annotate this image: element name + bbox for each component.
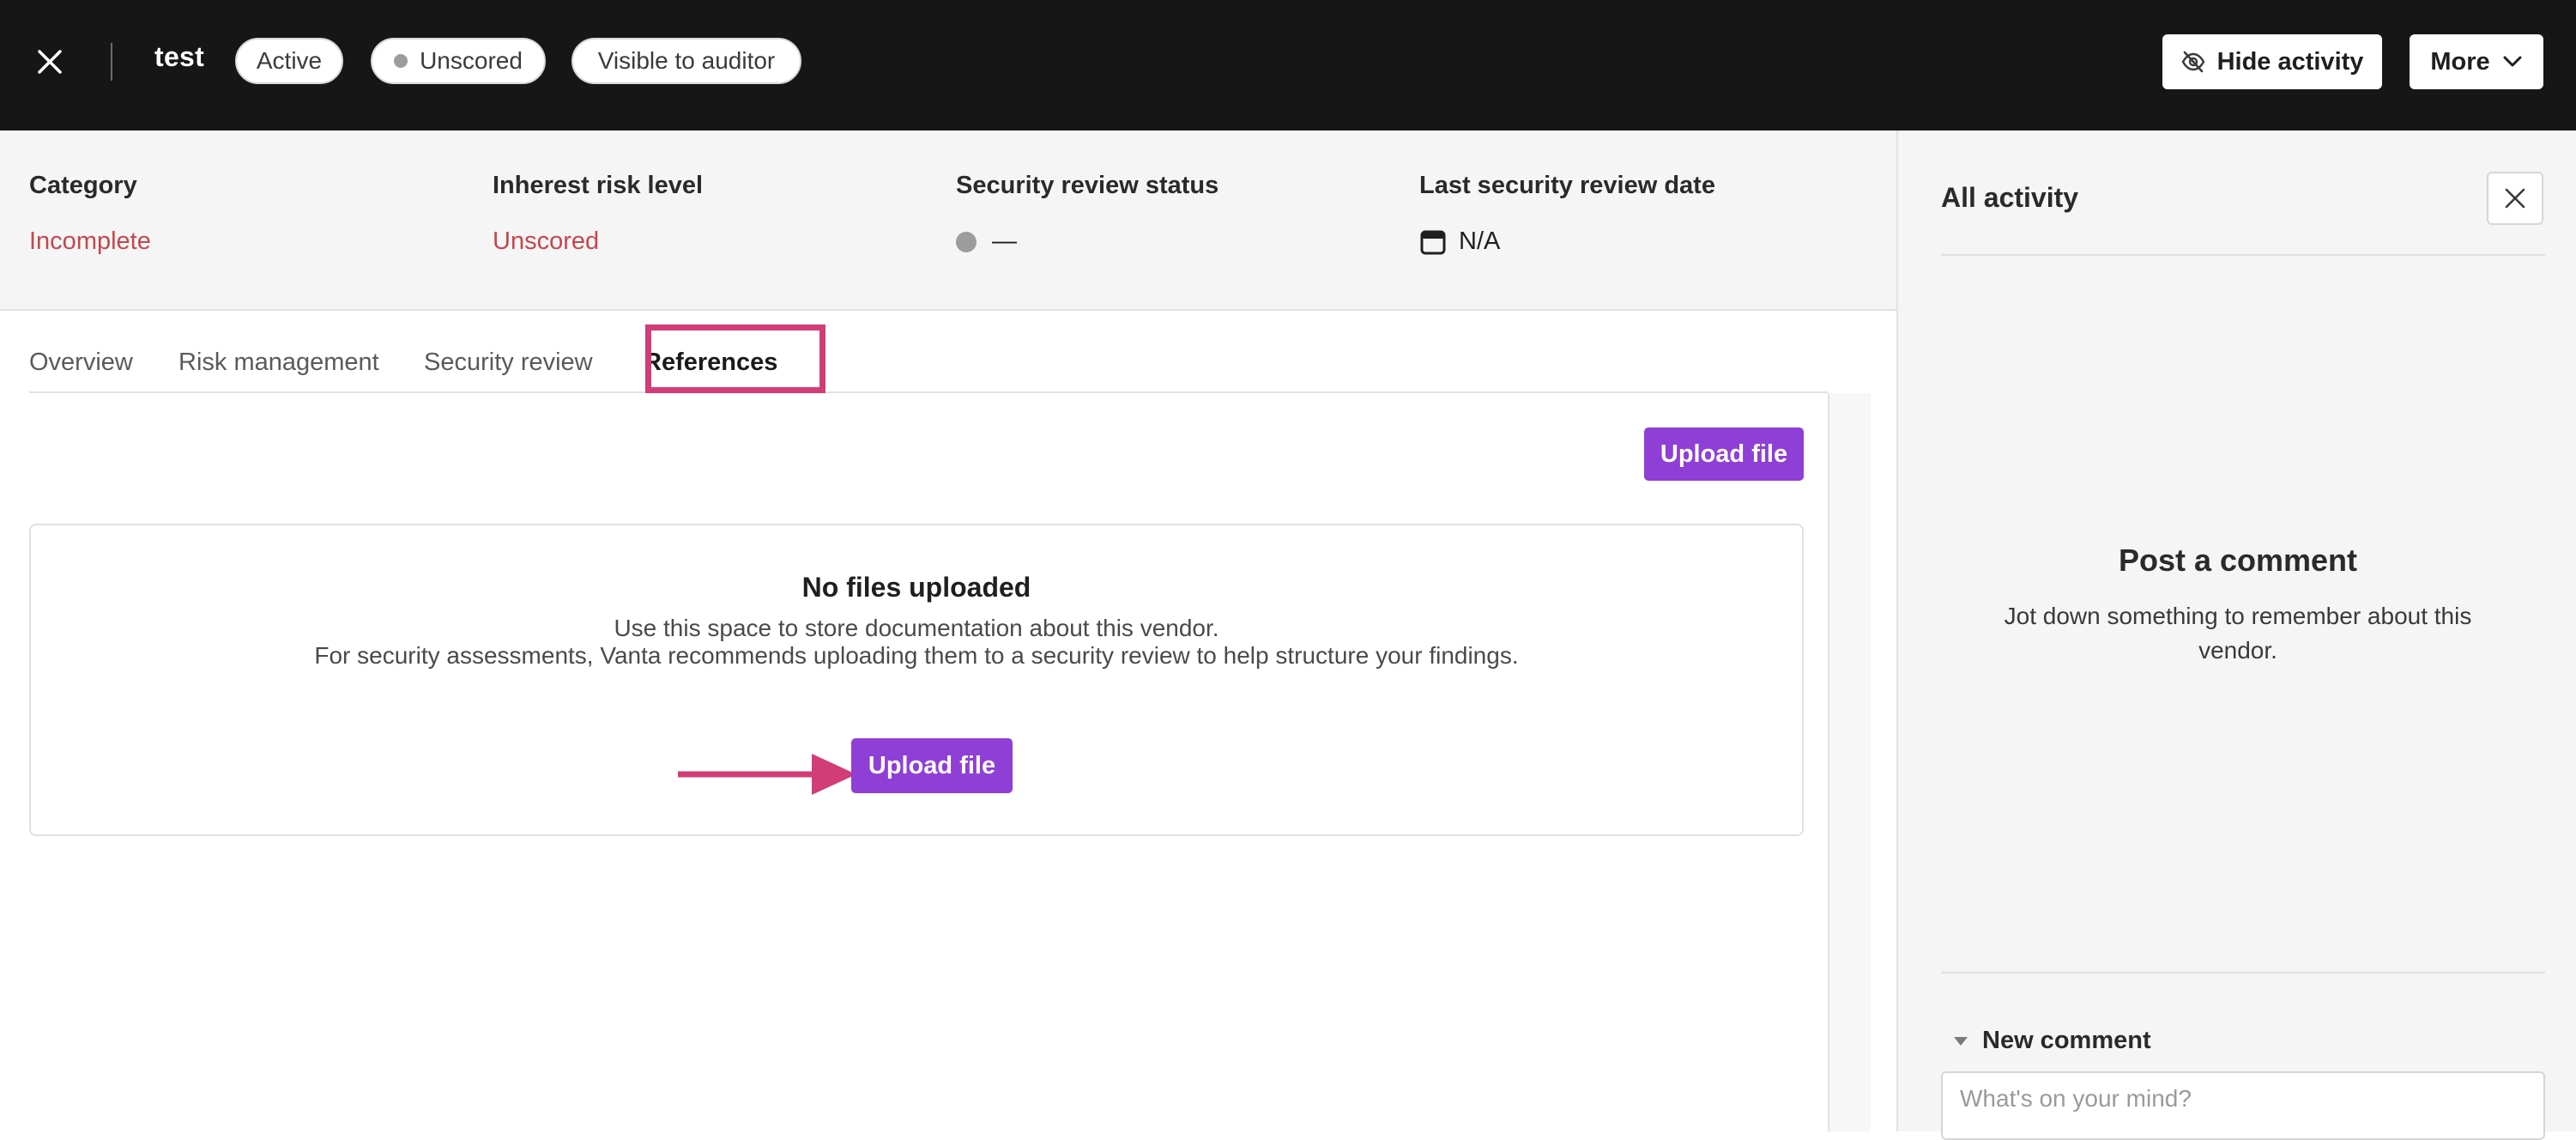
review-date-text: N/A: [1459, 227, 1501, 255]
top-bar: test Active Unscored Visible to auditor …: [0, 0, 2576, 130]
tab-bar: Overview Risk management Security review…: [29, 311, 1828, 393]
tab-security-review[interactable]: Security review: [424, 349, 593, 377]
more-button[interactable]: More: [2410, 34, 2543, 89]
empty-state-description: Use this space to store documentation ab…: [614, 615, 1219, 641]
hide-activity-label: Hide activity: [2216, 47, 2364, 76]
new-comment-label: New comment: [1982, 1027, 2151, 1054]
risk-level-label: Inherest risk level: [493, 172, 704, 199]
review-date-label: Last security review date: [1419, 172, 1715, 199]
close-activity-button[interactable]: [2487, 172, 2543, 225]
risk-level-field: Inherest risk level Unscored: [493, 172, 703, 256]
tab-risk-management[interactable]: Risk management: [178, 349, 379, 377]
eye-off-icon: [2181, 50, 2205, 74]
review-date-field: Last security review date N/A: [1419, 172, 1715, 256]
category-label: Category: [29, 172, 137, 199]
close-icon[interactable]: [26, 38, 74, 86]
badge-label: Active: [256, 47, 323, 74]
badge-label: Visible to auditor: [597, 47, 776, 74]
vendor-name: test: [154, 41, 205, 72]
review-status-field: Security review status —: [956, 172, 1218, 256]
empty-state-description-2: For security assessments, Vanta recommen…: [314, 642, 1519, 669]
comment-divider: [1941, 972, 2545, 973]
post-comment-title: Post a comment: [2118, 543, 2358, 578]
main-content: Overview Risk management Security review…: [0, 311, 1896, 1131]
risk-level-value[interactable]: Unscored: [493, 227, 703, 256]
post-comment-description: Jot down something to remember about thi…: [2004, 603, 2472, 664]
vendor-summary: Category Incomplete Inherest risk level …: [0, 130, 1896, 311]
empty-state-card: No files uploaded Use this space to stor…: [29, 524, 1804, 836]
activity-panel: All activity Post a comment Jot down som…: [1896, 130, 2576, 1140]
badge-label: Unscored: [420, 47, 523, 74]
tab-overview[interactable]: Overview: [29, 349, 133, 377]
chevron-down-icon: [2502, 55, 2523, 69]
status-dot-icon: [956, 231, 977, 252]
visibility-badge: Visible to auditor: [571, 38, 801, 84]
empty-state-title: No files uploaded: [801, 572, 1031, 603]
review-date-value: N/A: [1419, 227, 1715, 256]
category-value[interactable]: Incomplete: [29, 227, 151, 256]
calendar-icon: [1419, 228, 1447, 256]
more-label: More: [2430, 47, 2490, 76]
status-badge-active: Active: [235, 38, 343, 84]
caret-down-icon: [1953, 1035, 1968, 1047]
header-divider: [111, 43, 112, 81]
close-icon: [2503, 186, 2527, 210]
comment-input[interactable]: [1941, 1071, 2545, 1140]
scrollbar[interactable]: [1828, 393, 1871, 1131]
category-field: Category Incomplete: [29, 172, 151, 256]
review-status-label: Security review status: [956, 172, 1219, 199]
review-status-text: —: [992, 227, 1017, 255]
review-status-value: —: [956, 227, 1218, 256]
activity-title: All activity: [1941, 182, 2079, 213]
status-badge-unscored: Unscored: [371, 38, 546, 84]
dot-icon: [394, 54, 408, 68]
arrow-annotation: [678, 750, 858, 803]
upload-file-button[interactable]: Upload file: [1644, 428, 1804, 481]
empty-state-upload-button[interactable]: Upload file: [851, 738, 1013, 793]
new-comment-toggle[interactable]: New comment: [1953, 1027, 2151, 1055]
tab-references[interactable]: References: [644, 349, 777, 377]
hide-activity-button[interactable]: Hide activity: [2162, 34, 2382, 89]
activity-divider: [1941, 254, 2545, 256]
